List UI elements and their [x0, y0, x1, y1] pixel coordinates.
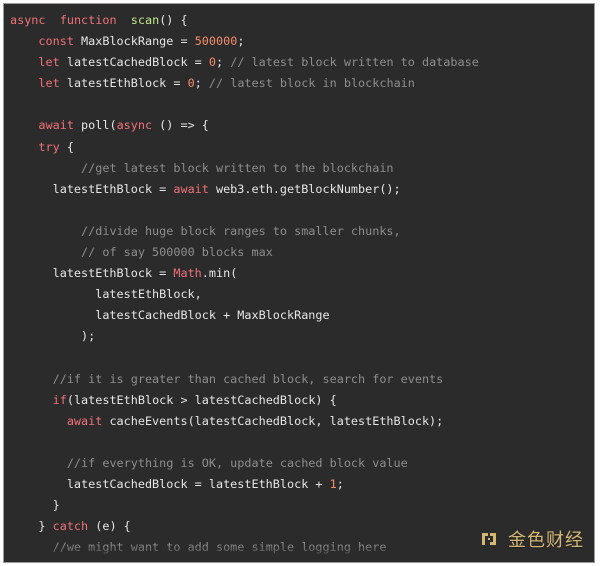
code-line: await poll(async () => {: [4, 115, 594, 136]
code-token: async: [10, 13, 46, 27]
code-token: async: [116, 118, 153, 133]
code-line: latestEthBlock,: [4, 284, 594, 305]
code-token: catch: [52, 519, 89, 534]
code-token: //we might want to add some simple loggi…: [52, 540, 387, 555]
code-token: 500000: [194, 34, 238, 49]
code-line: let latestCachedBlock = 0; // latest blo…: [4, 52, 594, 73]
code-line: );: [4, 326, 594, 347]
code-line: latestEthBlock = Math.min(: [4, 263, 594, 284]
code-line: // of say 500000 blocks max: [4, 242, 594, 263]
code-token: //if everything is OK, update cached blo…: [66, 455, 408, 470]
code-token: try: [38, 139, 60, 154]
code-token: latestEthBlock,: [10, 287, 202, 302]
code-token: Math: [173, 266, 202, 281]
code-line: const MaxBlockRange = 500000;: [4, 31, 594, 52]
code-line: //if it is greater than cached block, se…: [4, 369, 594, 390]
code-token: poll(: [73, 118, 117, 133]
code-token: await: [66, 413, 103, 428]
code-token: function: [59, 13, 117, 27]
code-editor: async function scan() { const MaxBlockRa…: [4, 4, 594, 562]
code-token: () => {: [152, 118, 209, 133]
code-token: }: [10, 519, 53, 534]
code-token: () {: [159, 13, 188, 27]
code-token: let: [38, 76, 60, 91]
code-token: const: [38, 34, 74, 49]
code-token: latestEthBlock =: [59, 76, 188, 91]
code-token: latestEthBlock =: [10, 181, 174, 196]
code-token: // latest block written to database: [230, 55, 479, 70]
code-token: scan: [130, 13, 160, 27]
code-token: latestCachedBlock + MaxBlockRange: [10, 308, 330, 323]
code-token: //if it is greater than cached block, se…: [52, 371, 444, 386]
code-token: await: [173, 181, 209, 196]
code-token: // of say 500000 blocks max: [81, 245, 273, 260]
code-token: latestEthBlock =: [10, 266, 174, 281]
code-token: ;: [194, 76, 209, 91]
code-token: }: [10, 498, 60, 513]
code-line: async function scan() {: [4, 10, 594, 31]
code-token: // latest block in blockchain: [208, 76, 415, 91]
code-token: await: [38, 118, 74, 133]
code-token: let: [38, 55, 60, 70]
code-token: if: [52, 392, 67, 407]
code-line: //get latest block written to the blockc…: [4, 158, 594, 179]
code-block: async function scan() { const MaxBlockRa…: [4, 10, 594, 558]
code-line: //divide huge block ranges to smaller ch…: [4, 221, 594, 242]
code-line: await cacheEvents(latestCachedBlock, lat…: [4, 411, 594, 432]
code-token: .min(: [201, 266, 238, 281]
code-line: latestCachedBlock + MaxBlockRange: [4, 305, 594, 326]
code-line: let latestEthBlock = 0; // latest block …: [4, 73, 594, 94]
code-token: (latestEthBlock > latestCachedBlock) {: [66, 392, 337, 407]
jinse-logo-icon: [478, 528, 500, 550]
code-token: 1: [329, 477, 337, 492]
code-line: try {: [4, 137, 594, 158]
code-token: cacheEvents(latestCachedBlock, latestEth…: [102, 413, 444, 428]
code-token: latestCachedBlock = latestEthBlock +: [10, 477, 330, 492]
code-token: (e) {: [88, 519, 131, 534]
code-token: 0: [187, 76, 195, 91]
code-token: ;: [336, 477, 344, 492]
code-token: //get latest block written to the blockc…: [81, 160, 394, 175]
code-token: {: [59, 139, 74, 154]
code-token: );: [10, 329, 96, 344]
watermark: 金色财经: [478, 526, 584, 552]
code-line: latestCachedBlock = latestEthBlock + 1;: [4, 474, 594, 495]
code-line: //if everything is OK, update cached blo…: [4, 453, 594, 474]
watermark-text: 金色财经: [508, 530, 584, 551]
code-token: ;: [237, 34, 245, 49]
code-line: }: [4, 495, 594, 516]
code-line: if(latestEthBlock > latestCachedBlock) {: [4, 390, 594, 411]
code-token: ;: [216, 55, 231, 70]
code-token: MaxBlockRange =: [73, 34, 195, 49]
code-token: web3.eth.getBlockNumber();: [208, 181, 401, 196]
code-token: 0: [208, 55, 216, 70]
code-token: //divide huge block ranges to smaller ch…: [81, 223, 401, 238]
code-line: latestEthBlock = await web3.eth.getBlock…: [4, 179, 594, 200]
code-token: latestCachedBlock =: [59, 55, 209, 70]
